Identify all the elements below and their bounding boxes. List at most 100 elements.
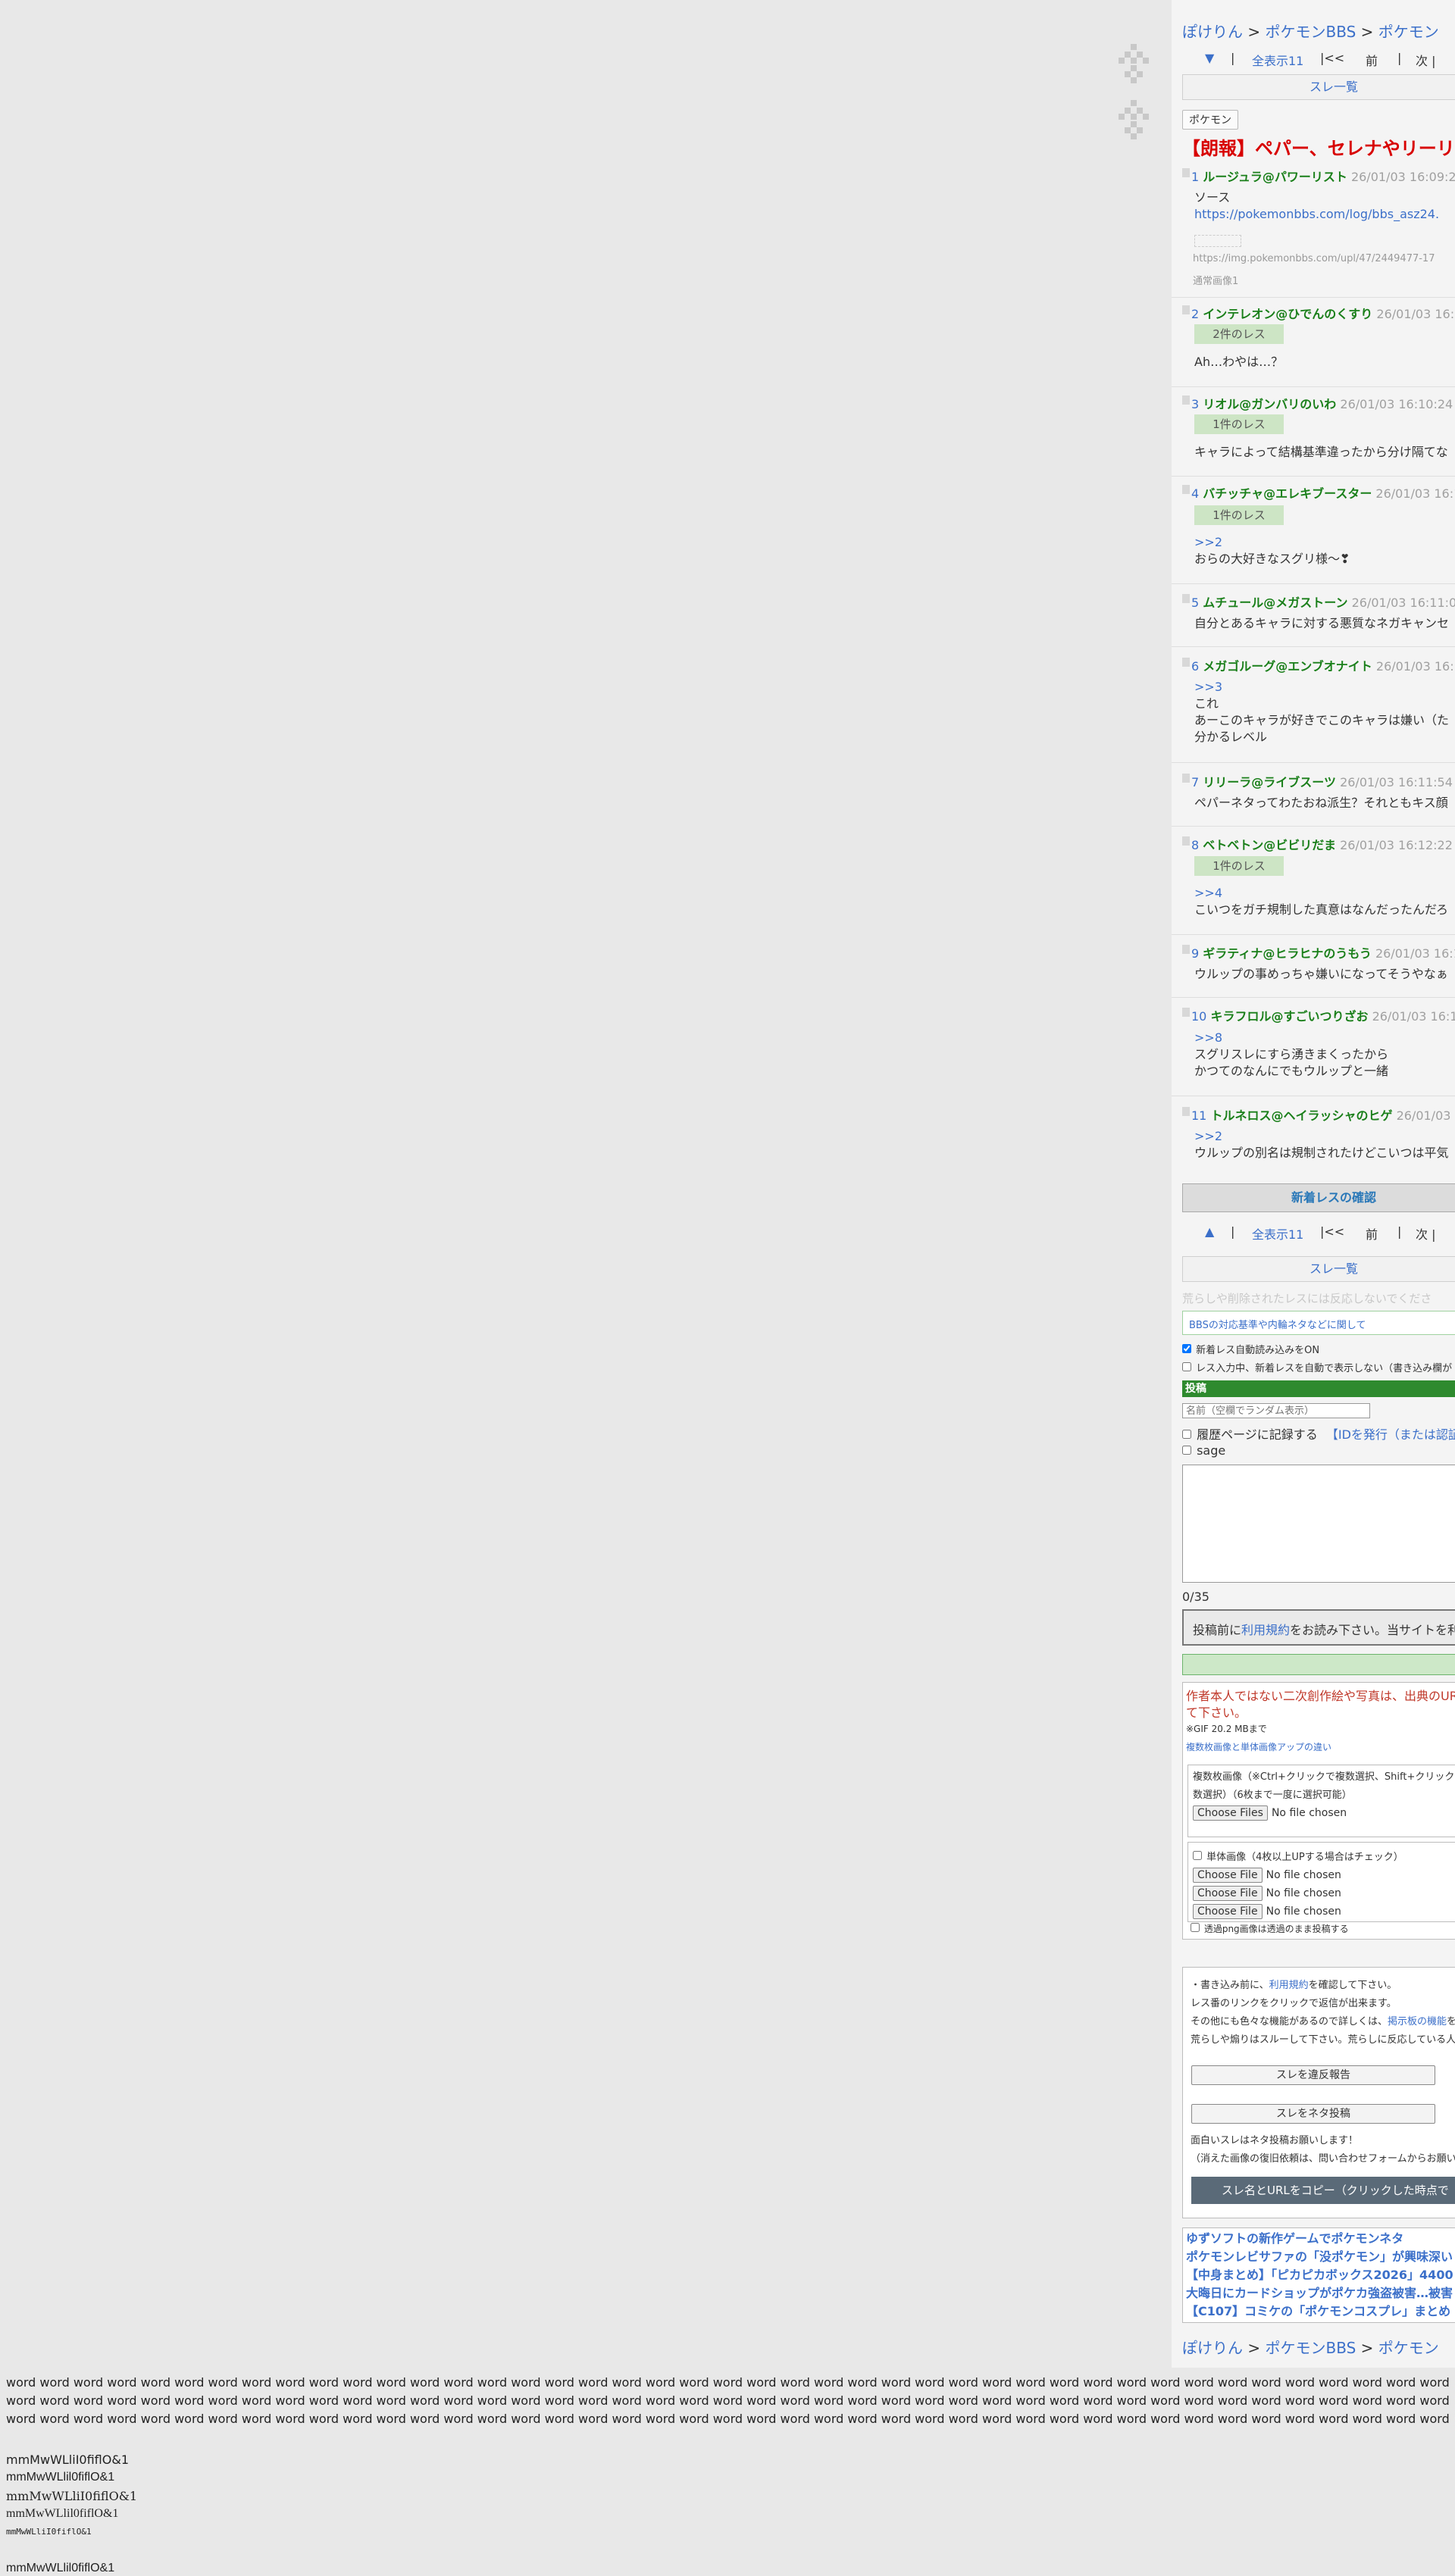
- report-thread-button[interactable]: スレを違反報告: [1191, 2065, 1435, 2085]
- image-url[interactable]: https://img.pokemonbbs.com/upl/47/244947…: [1193, 253, 1435, 264]
- post-checkbox[interactable]: [1182, 1107, 1190, 1116]
- post-checkbox[interactable]: [1182, 774, 1190, 783]
- post-number[interactable]: 10: [1191, 1009, 1206, 1024]
- post-author: リオル@ガンバリのいわ: [1203, 397, 1337, 411]
- next-page-link[interactable]: 次 |: [1416, 1224, 1435, 1243]
- terms-link[interactable]: 利用規約: [1241, 1623, 1290, 1637]
- post-number[interactable]: 1: [1191, 170, 1199, 184]
- post-header: 2 インテレオン@ひでんのくすり 26/01/03 16:0: [1182, 304, 1455, 322]
- source-link[interactable]: https://pokemonbbs.com/log/bbs_asz24.: [1194, 206, 1439, 223]
- post-number[interactable]: 6: [1191, 659, 1199, 674]
- bbs-features-link[interactable]: 掲示板の機能: [1388, 2016, 1447, 2027]
- reply-count-badge[interactable]: 1件のレス: [1194, 856, 1284, 876]
- reply-count-badge[interactable]: 2件のレス: [1194, 324, 1284, 344]
- breadcrumb-site[interactable]: ぽけりん: [1182, 23, 1243, 41]
- post-body: >>2 おらの大好きなスグリ様〜❣: [1194, 534, 1350, 567]
- post-checkbox[interactable]: [1182, 1008, 1190, 1017]
- breadcrumb-category[interactable]: ポケモン: [1378, 2339, 1439, 2357]
- choose-file-button[interactable]: Choose File: [1193, 1886, 1263, 1901]
- thread-list-button[interactable]: スレ一覧: [1182, 74, 1455, 100]
- post-checkbox[interactable]: [1182, 594, 1190, 603]
- history-checkbox[interactable]: [1182, 1430, 1191, 1439]
- bbs-policy-link[interactable]: BBSの対応基準や内輪ネタなどに関して: [1189, 1317, 1366, 1331]
- reply-anchor-link[interactable]: >>2: [1194, 1128, 1449, 1145]
- rule-line: その他にも色々な機能があるので詳しくは、掲示板の機能を: [1191, 2013, 1455, 2027]
- scroll-down-button[interactable]: ▼: [1205, 51, 1231, 69]
- post-checkbox[interactable]: [1182, 836, 1190, 846]
- choose-file-button[interactable]: Choose File: [1193, 1904, 1263, 1919]
- reply-count-badge[interactable]: 1件のレス: [1194, 414, 1284, 434]
- post-number[interactable]: 11: [1191, 1108, 1206, 1123]
- single-upload-checkbox[interactable]: [1193, 1851, 1202, 1860]
- reply-anchor-link[interactable]: >>2: [1194, 534, 1350, 551]
- post-number[interactable]: 5: [1191, 596, 1199, 610]
- related-link[interactable]: ゆずソフトの新作ゲームでポケモンネタ: [1186, 2230, 1455, 2248]
- choose-file-button[interactable]: Choose File: [1193, 1868, 1263, 1883]
- no-auto-checkbox[interactable]: [1182, 1362, 1191, 1371]
- post-header: 1 ルージュラ@パワーリスト 26/01/03 16:09:28: [1182, 167, 1455, 185]
- post-text-line: ウルップの事めっちゃ嫌いになってそうやなぁ: [1194, 967, 1448, 981]
- prev-page-link[interactable]: 前: [1366, 51, 1397, 69]
- terms-link[interactable]: 利用規約: [1269, 1980, 1309, 1991]
- name-input[interactable]: [1182, 1403, 1370, 1418]
- pager-separator: |: [1397, 1224, 1402, 1239]
- category-tag-button[interactable]: ポケモン: [1182, 110, 1238, 130]
- neta-post-button[interactable]: スレをネタ投稿: [1191, 2104, 1435, 2124]
- pager-separator: |: [1397, 51, 1402, 65]
- breadcrumb-site[interactable]: ぽけりん: [1182, 2339, 1243, 2357]
- reply-count-badge[interactable]: 1件のレス: [1194, 505, 1284, 525]
- post-number[interactable]: 3: [1191, 397, 1199, 411]
- post-image-thumbnail[interactable]: [1194, 235, 1241, 247]
- post-header: 11 トルネロス@ヘイラッシャのヒゲ 26/01/03 1: [1182, 1105, 1455, 1124]
- reply-anchor-link[interactable]: >>4: [1194, 885, 1448, 902]
- message-textarea[interactable]: [1182, 1465, 1455, 1583]
- copy-title-url-button[interactable]: スレ名とURLをコピー（クリックした時点で: [1191, 2177, 1455, 2204]
- font-test-line: mmMwWLliI0fiflO&1: [6, 2453, 129, 2467]
- first-page-link[interactable]: |<<: [1320, 1224, 1366, 1243]
- thread-list-button[interactable]: スレ一覧: [1182, 1256, 1455, 1282]
- file-status: No file chosen: [1266, 1887, 1341, 1899]
- post-number[interactable]: 9: [1191, 946, 1199, 961]
- first-page-link[interactable]: |<<: [1320, 51, 1366, 69]
- related-link[interactable]: 大晦日にカードショップがポケカ強盗被害…被害: [1186, 2284, 1455, 2302]
- show-all-link[interactable]: 全表示11: [1252, 1224, 1320, 1243]
- post-checkbox[interactable]: [1182, 658, 1190, 667]
- post-number[interactable]: 4: [1191, 486, 1199, 501]
- multi-vs-single-link[interactable]: 複数枚画像と単体画像アップの違い: [1186, 1740, 1331, 1753]
- related-link[interactable]: 【C107】コミケの「ポケモンコスプレ」まとめ: [1186, 2302, 1455, 2321]
- post-checkbox[interactable]: [1182, 945, 1190, 954]
- check-new-replies-button[interactable]: 新着レスの確認: [1182, 1183, 1455, 1212]
- breadcrumb-category[interactable]: ポケモン: [1378, 23, 1439, 41]
- related-link[interactable]: 【中身まとめ】「ピカピカボックス2026」4400: [1186, 2266, 1455, 2284]
- auto-load-checkbox[interactable]: [1182, 1344, 1191, 1353]
- rule-text: ・書き込み前に、: [1191, 1980, 1269, 1991]
- post-text-line: スグリスレにすら湧きまくったから: [1194, 1047, 1389, 1061]
- image-type-note: 通常画像1: [1193, 276, 1239, 287]
- post-checkbox[interactable]: [1182, 395, 1190, 405]
- post-date: 26/01/03 16:1: [1375, 486, 1455, 501]
- breadcrumb-board[interactable]: ポケモンBBS: [1265, 2339, 1356, 2357]
- scroll-up-button[interactable]: ▲: [1205, 1224, 1231, 1243]
- related-link[interactable]: ポケモンレビサファの「没ポケモン」が興味深い: [1186, 2248, 1455, 2266]
- breadcrumb-board[interactable]: ポケモンBBS: [1265, 23, 1356, 41]
- sage-checkbox[interactable]: [1182, 1446, 1191, 1455]
- next-page-link[interactable]: 次 |: [1416, 51, 1435, 69]
- post-checkbox[interactable]: [1182, 305, 1190, 314]
- show-all-link[interactable]: 全表示11: [1252, 51, 1320, 69]
- post-number[interactable]: 8: [1191, 838, 1199, 852]
- post-checkbox[interactable]: [1182, 485, 1190, 494]
- post-author: ベトベトン@ビビリだま: [1203, 838, 1336, 852]
- breadcrumb-separator: >: [1247, 23, 1261, 41]
- reply-anchor-link[interactable]: >>3: [1194, 679, 1449, 696]
- terms-notice-text: 投稿前に利用規約をお読み下さい。当サイトを利: [1193, 1620, 1455, 1638]
- post-text-line: かつてのなんにでもウルップと一緒: [1194, 1064, 1389, 1078]
- issue-id-link[interactable]: 【IDを発行（または認証: [1326, 1427, 1455, 1442]
- post-checkbox[interactable]: [1182, 168, 1190, 177]
- transparent-png-checkbox[interactable]: [1191, 1923, 1200, 1932]
- post-number[interactable]: 7: [1191, 775, 1199, 789]
- post-submit-button[interactable]: [1182, 1654, 1455, 1675]
- choose-files-button[interactable]: Choose Files: [1193, 1805, 1268, 1821]
- prev-page-link[interactable]: 前: [1366, 1224, 1397, 1243]
- reply-anchor-link[interactable]: >>8: [1194, 1030, 1388, 1046]
- post-number[interactable]: 2: [1191, 307, 1199, 321]
